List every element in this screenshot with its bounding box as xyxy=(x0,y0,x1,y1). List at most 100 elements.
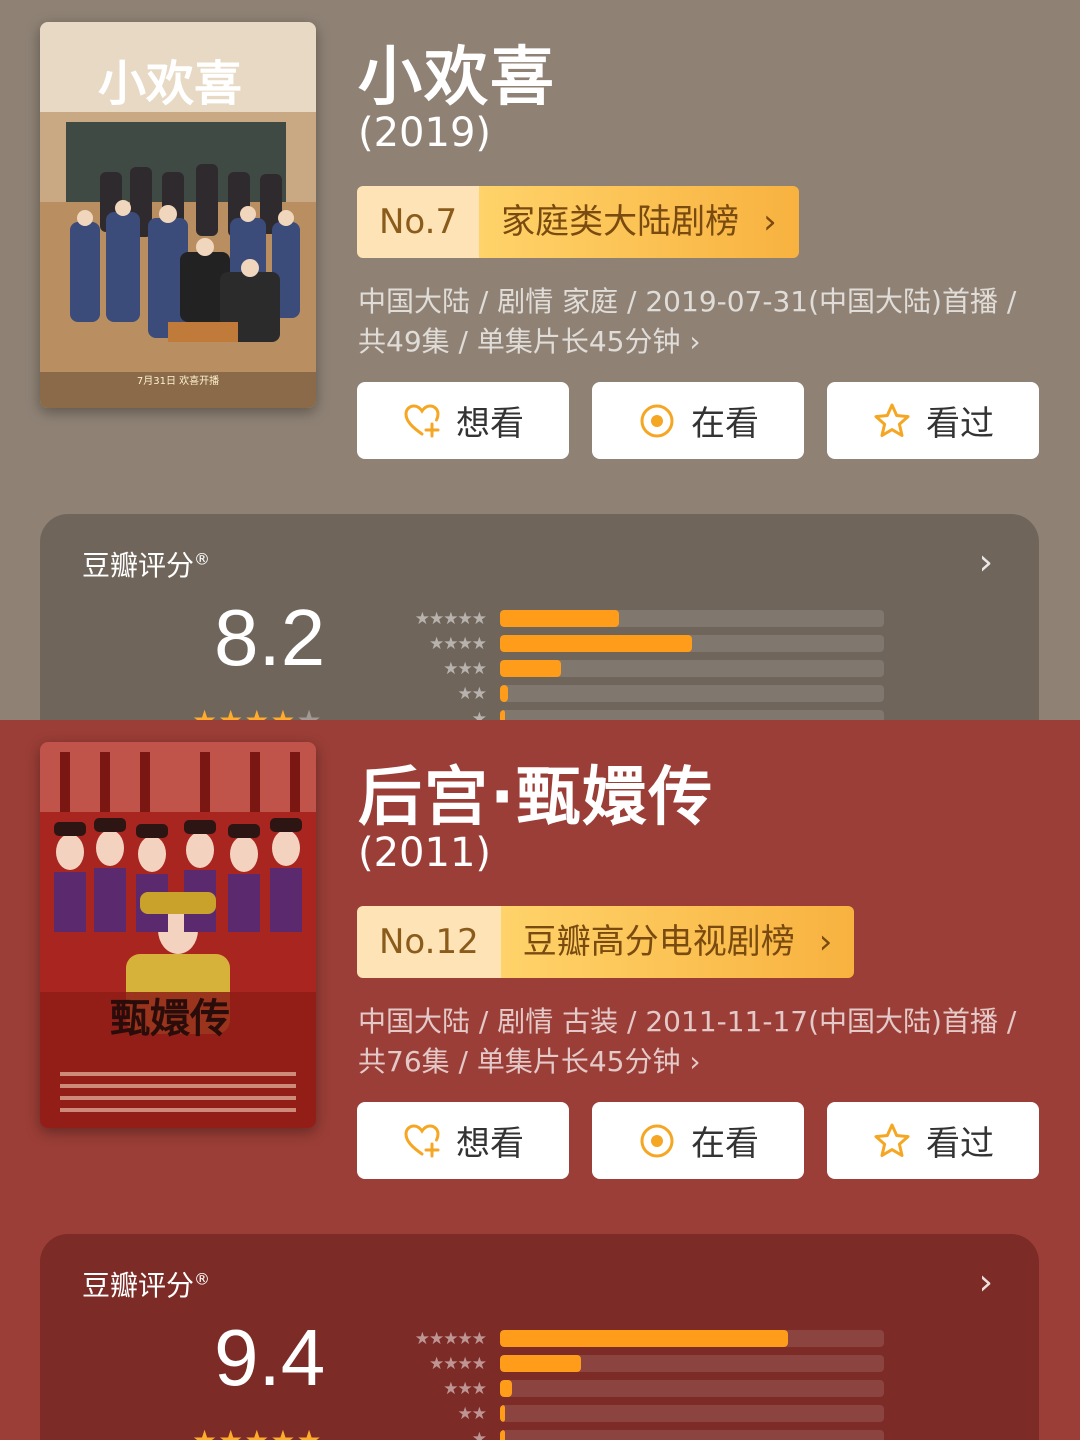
distribution-track xyxy=(500,1430,884,1440)
score-star: ★ xyxy=(244,1424,270,1440)
watching-label: 在看 xyxy=(691,404,759,444)
poster-date-text: 7月31日 欢喜开播 xyxy=(137,374,219,387)
registered-mark: ® xyxy=(194,1269,211,1289)
score-star: ★ xyxy=(244,704,270,720)
distribution-track xyxy=(500,710,884,720)
score-star: ★ xyxy=(270,704,296,720)
distribution-row: ★ xyxy=(390,1426,890,1440)
rating-label-text: 豆瓣评分 xyxy=(82,1269,195,1302)
distribution-stars: ★★★★★ xyxy=(414,608,487,629)
star-outline-icon xyxy=(872,401,912,441)
rank-badge[interactable]: No.7 家庭类大陆剧榜 › xyxy=(357,186,799,258)
rating-score: 9.4 xyxy=(214,1313,326,1402)
distribution-row: ★★★★★ xyxy=(390,1326,890,1351)
rank-number: No.7 xyxy=(357,186,480,258)
score-star: ★ xyxy=(296,704,322,720)
rating-card[interactable]: 豆瓣评分® › 9.4 ★★★★★ ★★★★★★★★★★★★★★★ xyxy=(40,1234,1039,1440)
distribution-bar xyxy=(500,710,505,720)
score-star: ★ xyxy=(192,1424,218,1440)
poster-art: 7月31日 欢喜开播 小欢喜 xyxy=(40,22,316,408)
watched-label: 看过 xyxy=(926,1124,994,1164)
chevron-right-icon: › xyxy=(818,922,833,962)
show-card-xiaohuanxi: 7月31日 欢喜开播 小欢喜 小欢喜 (2019) No.7 家庭类大陆剧榜 ›… xyxy=(0,0,1080,720)
heart-plus-icon xyxy=(402,1121,442,1161)
watching-button[interactable]: 在看 xyxy=(592,1102,804,1179)
score-star: ★ xyxy=(296,1424,322,1440)
distribution-row: ★★★★ xyxy=(390,631,890,656)
watching-button[interactable]: 在看 xyxy=(592,382,804,459)
watched-button[interactable]: 看过 xyxy=(827,1102,1039,1179)
score-star: ★ xyxy=(218,1424,244,1440)
poster-image[interactable]: 甄嬛传 xyxy=(40,742,316,1128)
distribution-track xyxy=(500,1355,884,1372)
chevron-right-icon[interactable]: › xyxy=(979,542,993,583)
chevron-right-icon: › xyxy=(763,202,777,242)
rating-label: 豆瓣评分® xyxy=(82,1264,210,1304)
distribution-stars: ★★★ xyxy=(443,1378,487,1399)
distribution-bar xyxy=(500,660,562,677)
distribution-row: ★★ xyxy=(390,1401,890,1426)
score-star: ★ xyxy=(270,1424,296,1440)
chevron-right-icon[interactable]: › xyxy=(979,1262,993,1303)
distribution-row: ★★★★★ xyxy=(390,606,890,631)
distribution-row: ★ xyxy=(390,706,890,720)
distribution-bar xyxy=(500,1405,505,1422)
poster-art: 甄嬛传 xyxy=(40,742,316,1128)
poster-title-text: 小欢喜 xyxy=(98,56,242,112)
distribution-bar xyxy=(500,610,620,627)
star-outline-icon xyxy=(872,1121,912,1161)
distribution-bar xyxy=(500,635,692,652)
show-year: (2019) xyxy=(358,110,492,156)
want-label: 想看 xyxy=(456,1124,524,1164)
chevron-right-icon: › xyxy=(689,325,701,358)
distribution-row: ★★★★ xyxy=(390,1351,890,1376)
rating-card[interactable]: 豆瓣评分® › 8.2 ★★★★★ ★★★★★★★★★★★★★★★ xyxy=(40,514,1039,720)
show-title: 小欢喜 xyxy=(358,41,556,115)
distribution-bar xyxy=(500,1330,788,1347)
target-circle-icon xyxy=(637,401,677,441)
distribution-track xyxy=(500,1405,884,1422)
show-meta-text: 中国大陆 / 剧情 古装 / 2011-11-17(中国大陆)首播 / 共76集… xyxy=(358,1005,1017,1078)
distribution-stars: ★ xyxy=(471,708,487,721)
distribution-track xyxy=(500,610,884,627)
distribution-stars: ★★★★ xyxy=(429,633,487,654)
distribution-stars: ★ xyxy=(471,1428,487,1440)
distribution-stars: ★★ xyxy=(457,683,487,704)
poster-title-text: 甄嬛传 xyxy=(110,995,230,1042)
rank-list: 家庭类大陆剧榜 › xyxy=(479,186,799,258)
heart-plus-icon xyxy=(402,401,442,441)
rank-number: No.12 xyxy=(357,906,501,978)
show-title: 后宫·甄嬛传 xyxy=(358,761,715,835)
show-meta[interactable]: 中国大陆 / 剧情 古装 / 2011-11-17(中国大陆)首播 / 共76集… xyxy=(358,1002,1038,1082)
score-stars: ★★★★★ xyxy=(192,1424,323,1440)
watched-label: 看过 xyxy=(926,404,994,444)
poster-image[interactable]: 7月31日 欢喜开播 小欢喜 xyxy=(40,22,316,408)
distribution-track xyxy=(500,635,884,652)
registered-mark: ® xyxy=(194,549,211,569)
want-to-watch-button[interactable]: 想看 xyxy=(357,1102,569,1179)
rating-label-text: 豆瓣评分 xyxy=(82,549,195,582)
want-to-watch-button[interactable]: 想看 xyxy=(357,382,569,459)
rank-list-name: 家庭类大陆剧榜 xyxy=(501,202,740,242)
rating-score: 8.2 xyxy=(214,593,326,682)
distribution-row: ★★ xyxy=(390,681,890,706)
distribution-bar xyxy=(500,1380,512,1397)
rating-distribution: ★★★★★ ★★★★ ★★★ ★★ ★ xyxy=(390,1326,890,1440)
watched-button[interactable]: 看过 xyxy=(827,382,1039,459)
distribution-row: ★★★ xyxy=(390,1376,890,1401)
score-star: ★ xyxy=(192,704,218,720)
show-meta[interactable]: 中国大陆 / 剧情 家庭 / 2019-07-31(中国大陆)首播 / 共49集… xyxy=(358,282,1038,362)
want-label: 想看 xyxy=(456,404,524,444)
distribution-track xyxy=(500,1330,884,1347)
distribution-stars: ★★★ xyxy=(443,658,487,679)
chevron-right-icon: › xyxy=(689,1045,701,1078)
distribution-stars: ★★★★ xyxy=(429,1353,487,1374)
distribution-stars: ★★★★★ xyxy=(414,1328,487,1349)
rating-distribution: ★★★★★ ★★★★ ★★★ ★★ ★ xyxy=(390,606,890,720)
distribution-bar xyxy=(500,685,508,702)
rank-badge[interactable]: No.12 豆瓣高分电视剧榜 › xyxy=(357,906,855,978)
score-stars: ★★★★★ xyxy=(192,704,323,720)
score-star: ★ xyxy=(218,704,244,720)
distribution-track xyxy=(500,1380,884,1397)
rank-list: 豆瓣高分电视剧榜 › xyxy=(500,906,855,978)
